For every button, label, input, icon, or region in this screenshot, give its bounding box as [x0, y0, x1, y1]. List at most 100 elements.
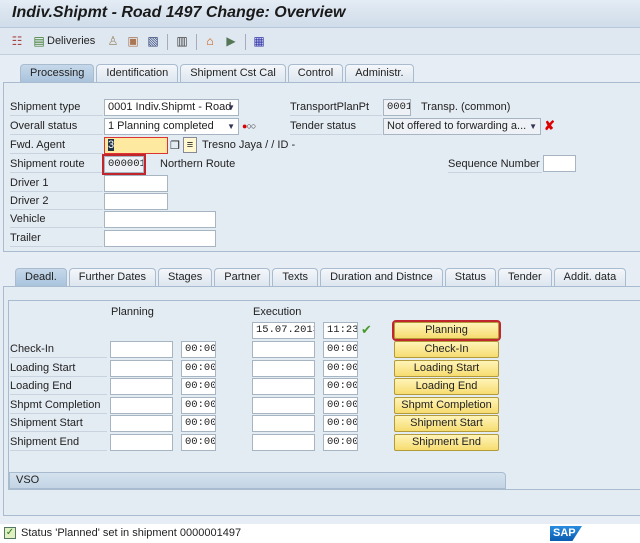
- shipment-type-select[interactable]: 0001 Indiv.Shipmt - Road: [104, 99, 239, 116]
- fwd-agent-value: 3: [108, 139, 115, 151]
- deadline-button[interactable]: Shpmt Completion: [394, 396, 499, 414]
- search-help-icon[interactable]: ≡: [183, 137, 197, 153]
- tab-partner[interactable]: Partner: [214, 268, 271, 286]
- vso-label: VSO: [16, 474, 40, 486]
- exec-time-input[interactable]: 00:00: [323, 359, 358, 377]
- tab-processing[interactable]: Processing: [20, 64, 95, 82]
- driver1-input[interactable]: [104, 175, 168, 192]
- package-icon[interactable]: ▣: [126, 34, 140, 48]
- top-tabs: Processing Identification Shipment Cst C…: [20, 64, 416, 82]
- exec-time-input[interactable]: 00:00: [323, 341, 358, 358]
- trailer-label: Trailer: [10, 230, 103, 247]
- plan-time-input[interactable]: 00:00: [181, 378, 216, 396]
- plan-date-input[interactable]: [110, 341, 173, 358]
- deadline-label: Shipment End: [10, 434, 107, 451]
- deadline-button[interactable]: Loading End: [394, 378, 499, 396]
- copy-icon[interactable]: ❐: [170, 139, 180, 152]
- exec-date-input[interactable]: [252, 341, 315, 358]
- exec-date-input[interactable]: [252, 359, 315, 377]
- status-bar: ✓ Status 'Planned' set in shipment 00000…: [0, 524, 640, 543]
- transport-plan-pt-label: TransportPlanPt: [290, 99, 382, 116]
- deadline-button[interactable]: Loading Start: [394, 359, 499, 377]
- planning-button[interactable]: Planning: [392, 320, 501, 341]
- title-bar: Indiv.Shipmt - Road 1497 Change: Overvie…: [0, 0, 640, 28]
- fwd-agent-label: Fwd. Agent: [10, 137, 103, 154]
- planning-exec-time[interactable]: 11:23: [323, 322, 358, 339]
- person-icon[interactable]: ♙: [106, 34, 120, 48]
- home-icon[interactable]: ⌂: [203, 34, 217, 48]
- tab-identification[interactable]: Identification: [96, 64, 179, 82]
- tab-tender[interactable]: Tender: [497, 268, 552, 286]
- overall-status-label: Overall status: [10, 118, 103, 135]
- sap-logo: SAP: [550, 526, 582, 541]
- plan-date-input[interactable]: [110, 378, 173, 396]
- fwd-agent-input[interactable]: 3: [104, 137, 168, 154]
- page-title: Indiv.Shipmt - Road 1497 Change: Overvie…: [12, 4, 346, 21]
- exec-time-input[interactable]: 00:00: [323, 396, 358, 414]
- plan-date-input[interactable]: [110, 434, 173, 451]
- checkmark-icon: ✔: [361, 322, 372, 337]
- trailer-input[interactable]: [104, 230, 216, 247]
- deadline-label: Loading Start: [10, 360, 107, 377]
- deadline-button[interactable]: Shipment End: [394, 434, 499, 451]
- success-icon: ✓: [4, 527, 16, 539]
- tab-control[interactable]: Control: [287, 64, 344, 82]
- exec-time-input[interactable]: 00:00: [323, 378, 358, 396]
- tender-status-label: Tender status: [290, 118, 382, 135]
- document-icon[interactable]: ▧: [146, 34, 160, 48]
- deliveries-button[interactable]: Deliveries: [47, 35, 95, 47]
- shipment-route-label: Shipment route: [10, 156, 103, 173]
- tab-stages[interactable]: Stages: [158, 268, 213, 286]
- tender-status-select[interactable]: Not offered to forwarding a...: [383, 118, 541, 135]
- exec-date-input[interactable]: [252, 378, 315, 396]
- vehicle-input[interactable]: [104, 211, 216, 228]
- plan-time-input[interactable]: 00:00: [181, 434, 216, 451]
- sequence-number-label: Sequence Number: [448, 156, 542, 173]
- deadline-label: Shipment Start: [10, 415, 107, 433]
- driver2-label: Driver 2: [10, 193, 103, 210]
- transport-plan-pt-desc: Transp. (common): [421, 101, 511, 113]
- tab-texts[interactable]: Texts: [272, 268, 319, 286]
- deliveries-icon[interactable]: ▤: [32, 34, 46, 48]
- exec-date-input[interactable]: [252, 415, 315, 433]
- hierarchy-icon[interactable]: ☷: [10, 34, 24, 48]
- overall-status-select[interactable]: 1 Planning completed: [104, 118, 239, 135]
- tab-shipment-cst-cal[interactable]: Shipment Cst Cal: [180, 64, 286, 82]
- deadline-button[interactable]: Check-In: [394, 341, 499, 358]
- tab-deadl[interactable]: Deadl.: [15, 268, 67, 286]
- tab-addit-data[interactable]: Addit. data: [553, 268, 627, 286]
- fwd-agent-desc: Tresno Jaya / / ID -: [202, 139, 296, 151]
- plan-date-input[interactable]: [110, 396, 173, 414]
- status-message[interactable]: Status 'Planned' set in shipment 0000001…: [21, 527, 241, 539]
- plan-time-input[interactable]: 00:00: [181, 359, 216, 377]
- plan-time-input[interactable]: 00:00: [181, 415, 216, 433]
- bottom-tabs: Deadl. Further Dates Stages Partner Text…: [15, 268, 628, 286]
- traffic-light-icon: ●○○: [242, 121, 256, 131]
- plan-time-input[interactable]: 00:00: [181, 341, 216, 358]
- exec-date-input[interactable]: [252, 434, 315, 451]
- tab-duration-distance[interactable]: Duration and Distnce: [320, 268, 443, 286]
- sequence-number-input[interactable]: [543, 155, 576, 172]
- deadline-button[interactable]: Shipment Start: [394, 415, 499, 433]
- plan-date-input[interactable]: [110, 415, 173, 433]
- transport-plan-pt-input[interactable]: 0001: [383, 99, 411, 116]
- shipment-route-input[interactable]: 000001: [102, 154, 146, 175]
- forward-icon[interactable]: ▶: [224, 34, 238, 48]
- trash-icon[interactable]: ▥: [175, 34, 189, 48]
- shipment-type-label: Shipment type: [10, 99, 103, 116]
- tender-cancel-icon[interactable]: ✘: [544, 118, 555, 134]
- plan-time-input[interactable]: 00:00: [181, 396, 216, 414]
- vso-section[interactable]: VSO: [9, 472, 506, 489]
- tab-further-dates[interactable]: Further Dates: [68, 268, 157, 286]
- tab-status[interactable]: Status: [444, 268, 496, 286]
- plan-date-input[interactable]: [110, 359, 173, 377]
- planning-exec-date[interactable]: 15.07.2013: [252, 322, 315, 339]
- deadline-label: Check-In: [10, 341, 107, 358]
- exec-date-input[interactable]: [252, 396, 315, 414]
- tab-administr[interactable]: Administr.: [345, 64, 414, 82]
- vehicle-label: Vehicle: [10, 211, 103, 228]
- exec-time-input[interactable]: 00:00: [323, 434, 358, 451]
- driver2-input[interactable]: [104, 193, 168, 210]
- exec-time-input[interactable]: 00:00: [323, 415, 358, 433]
- grid-icon[interactable]: ▦: [252, 34, 266, 48]
